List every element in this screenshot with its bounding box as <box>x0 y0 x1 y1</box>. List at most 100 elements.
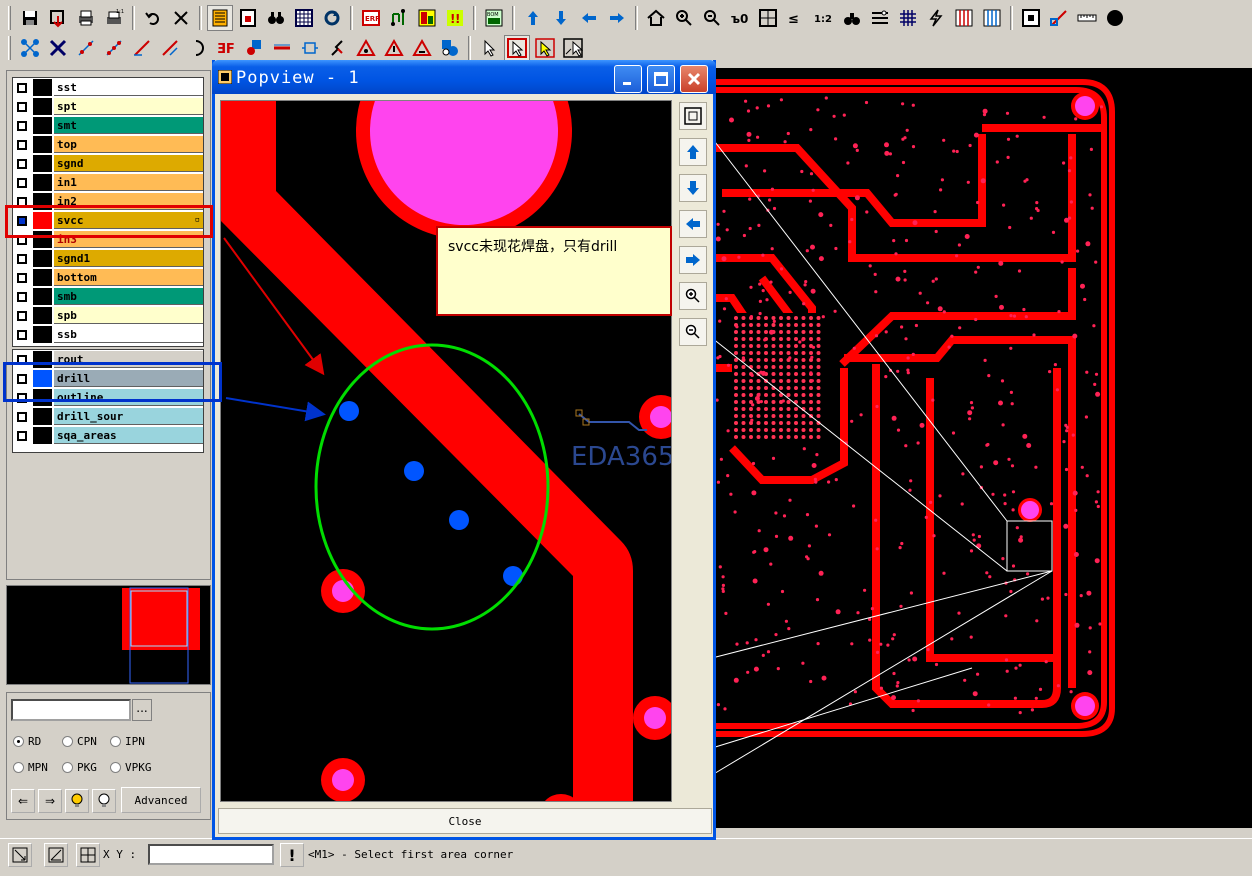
highlight-bulb-icon[interactable] <box>65 789 89 813</box>
maximize-button[interactable] <box>647 65 675 93</box>
bom-icon[interactable]: BOM <box>481 5 507 31</box>
fill-circle-icon[interactable] <box>1102 5 1128 31</box>
drc-icon[interactable]: !! <box>442 5 468 31</box>
layer-row-smb[interactable]: smb <box>13 287 203 306</box>
layer-visibility-checkbox[interactable] <box>13 427 31 444</box>
home-icon[interactable] <box>643 5 669 31</box>
info-icon[interactable]: ! <box>280 843 304 867</box>
radio-dot[interactable] <box>62 762 73 773</box>
layer-visibility-checkbox[interactable] <box>13 117 31 134</box>
layer-visibility-checkbox[interactable] <box>13 79 31 96</box>
radio-dot[interactable] <box>13 736 24 747</box>
zoom-1-2-icon[interactable]: 1:2 <box>811 5 837 31</box>
ruler-icon[interactable] <box>1074 5 1100 31</box>
pad-icon[interactable] <box>297 35 323 61</box>
layer-row-spb[interactable]: spb <box>13 306 203 325</box>
toolbar-gripper[interactable] <box>8 6 11 30</box>
pan-up-icon[interactable] <box>679 138 707 166</box>
layer-color-swatch[interactable] <box>33 427 52 444</box>
layer-color-swatch[interactable] <box>33 307 52 324</box>
browse-button[interactable]: ... <box>132 699 152 721</box>
radio-dot[interactable] <box>62 736 73 747</box>
xy-input[interactable] <box>148 844 274 865</box>
radio-vpkg[interactable]: VPKG <box>110 761 152 774</box>
minimap[interactable] <box>6 585 211 685</box>
layer-visibility-checkbox[interactable] <box>13 174 31 191</box>
node2-icon[interactable] <box>101 35 127 61</box>
arc-icon[interactable] <box>185 35 211 61</box>
layer-color-swatch[interactable] <box>33 174 52 191</box>
layer-visibility-checkbox[interactable] <box>13 269 31 286</box>
flip-icon[interactable]: ƎF <box>213 35 239 61</box>
pan-right-icon[interactable] <box>679 246 707 274</box>
measure-icon[interactable] <box>1046 5 1072 31</box>
popview-titlebar[interactable]: Popview - 1 <box>212 60 716 94</box>
layer-color-swatch[interactable] <box>33 117 52 134</box>
layer-color-swatch[interactable] <box>33 326 52 343</box>
layer-color-swatch[interactable] <box>33 269 52 286</box>
spreadsheet-icon[interactable] <box>291 5 317 31</box>
minimize-button[interactable] <box>614 65 642 93</box>
triangle-icon[interactable] <box>353 35 379 61</box>
print-setup-icon[interactable]: 1:1 <box>101 5 127 31</box>
arrow-up-icon[interactable] <box>520 5 546 31</box>
net-icon[interactable] <box>17 35 43 61</box>
pointer-box-icon[interactable] <box>560 35 586 61</box>
layer-row-drill-sour[interactable]: drill_sour <box>13 407 203 426</box>
save-icon[interactable] <box>17 5 43 31</box>
erf-icon[interactable]: ERF <box>358 5 384 31</box>
layer-row-sqa-areas[interactable]: sqa_areas <box>13 426 203 445</box>
pointer-frame-icon[interactable] <box>532 35 558 61</box>
layer-visibility-checkbox[interactable] <box>13 307 31 324</box>
toolbar-gripper[interactable] <box>8 36 11 60</box>
probe-icon[interactable] <box>325 35 351 61</box>
layer-color-swatch[interactable] <box>33 288 52 305</box>
layer-visibility-checkbox[interactable] <box>13 250 31 267</box>
next-arrow-icon[interactable]: ⇒ <box>38 789 62 813</box>
grid-icon[interactable] <box>895 5 921 31</box>
close-icon[interactable] <box>168 5 194 31</box>
prev-arrow-icon[interactable]: ⇐ <box>11 789 35 813</box>
layer-row-spt[interactable]: spt <box>13 97 203 116</box>
popview-canvas[interactable]: EDA365 <box>220 100 672 802</box>
popview-zoom-out-icon[interactable] <box>679 318 707 346</box>
unroute-icon[interactable] <box>45 35 71 61</box>
find-input[interactable] <box>11 699 131 721</box>
popview-close-button[interactable]: Close <box>218 808 712 834</box>
layer-visibility-checkbox[interactable] <box>13 326 31 343</box>
pointer-icon[interactable] <box>476 35 502 61</box>
popview-zoom-in-icon[interactable] <box>679 282 707 310</box>
lightning-icon[interactable] <box>923 5 949 31</box>
pan-left-icon[interactable] <box>679 210 707 238</box>
layer-visibility-checkbox[interactable] <box>13 155 31 172</box>
component-icon[interactable] <box>437 35 463 61</box>
binoculars-icon[interactable] <box>839 5 865 31</box>
frame-icon[interactable] <box>1018 5 1044 31</box>
zoom-ratio-icon[interactable]: ъ0 <box>727 5 753 31</box>
track-icon[interactable] <box>269 35 295 61</box>
zoom-fit-icon[interactable] <box>8 843 32 867</box>
stripes-icon[interactable] <box>951 5 977 31</box>
radio-mpn[interactable]: MPN <box>13 761 48 774</box>
radio-rd[interactable]: RD <box>13 735 41 748</box>
refresh-icon[interactable] <box>319 5 345 31</box>
netlist-icon[interactable] <box>386 5 412 31</box>
arrow-right-icon[interactable] <box>604 5 630 31</box>
stripes-2-icon[interactable] <box>979 5 1005 31</box>
line-icon[interactable] <box>129 35 155 61</box>
zoom-out-icon[interactable] <box>699 5 725 31</box>
line2-icon[interactable] <box>157 35 183 61</box>
layer-visibility-checkbox[interactable] <box>13 136 31 153</box>
triangle3-icon[interactable] <box>409 35 435 61</box>
fit-view-icon[interactable] <box>679 102 707 130</box>
triangle2-icon[interactable] <box>381 35 407 61</box>
layer-row-smt[interactable]: smt <box>13 116 203 135</box>
radio-dot[interactable] <box>110 736 121 747</box>
layer-visibility-checkbox[interactable] <box>13 288 31 305</box>
layer-color-swatch[interactable] <box>33 79 52 96</box>
layer-row-bottom[interactable]: bottom <box>13 268 203 287</box>
layer-visibility-checkbox[interactable] <box>13 98 31 115</box>
node-icon[interactable] <box>73 35 99 61</box>
grid-toggle-icon[interactable] <box>76 843 100 867</box>
via-icon[interactable] <box>241 35 267 61</box>
